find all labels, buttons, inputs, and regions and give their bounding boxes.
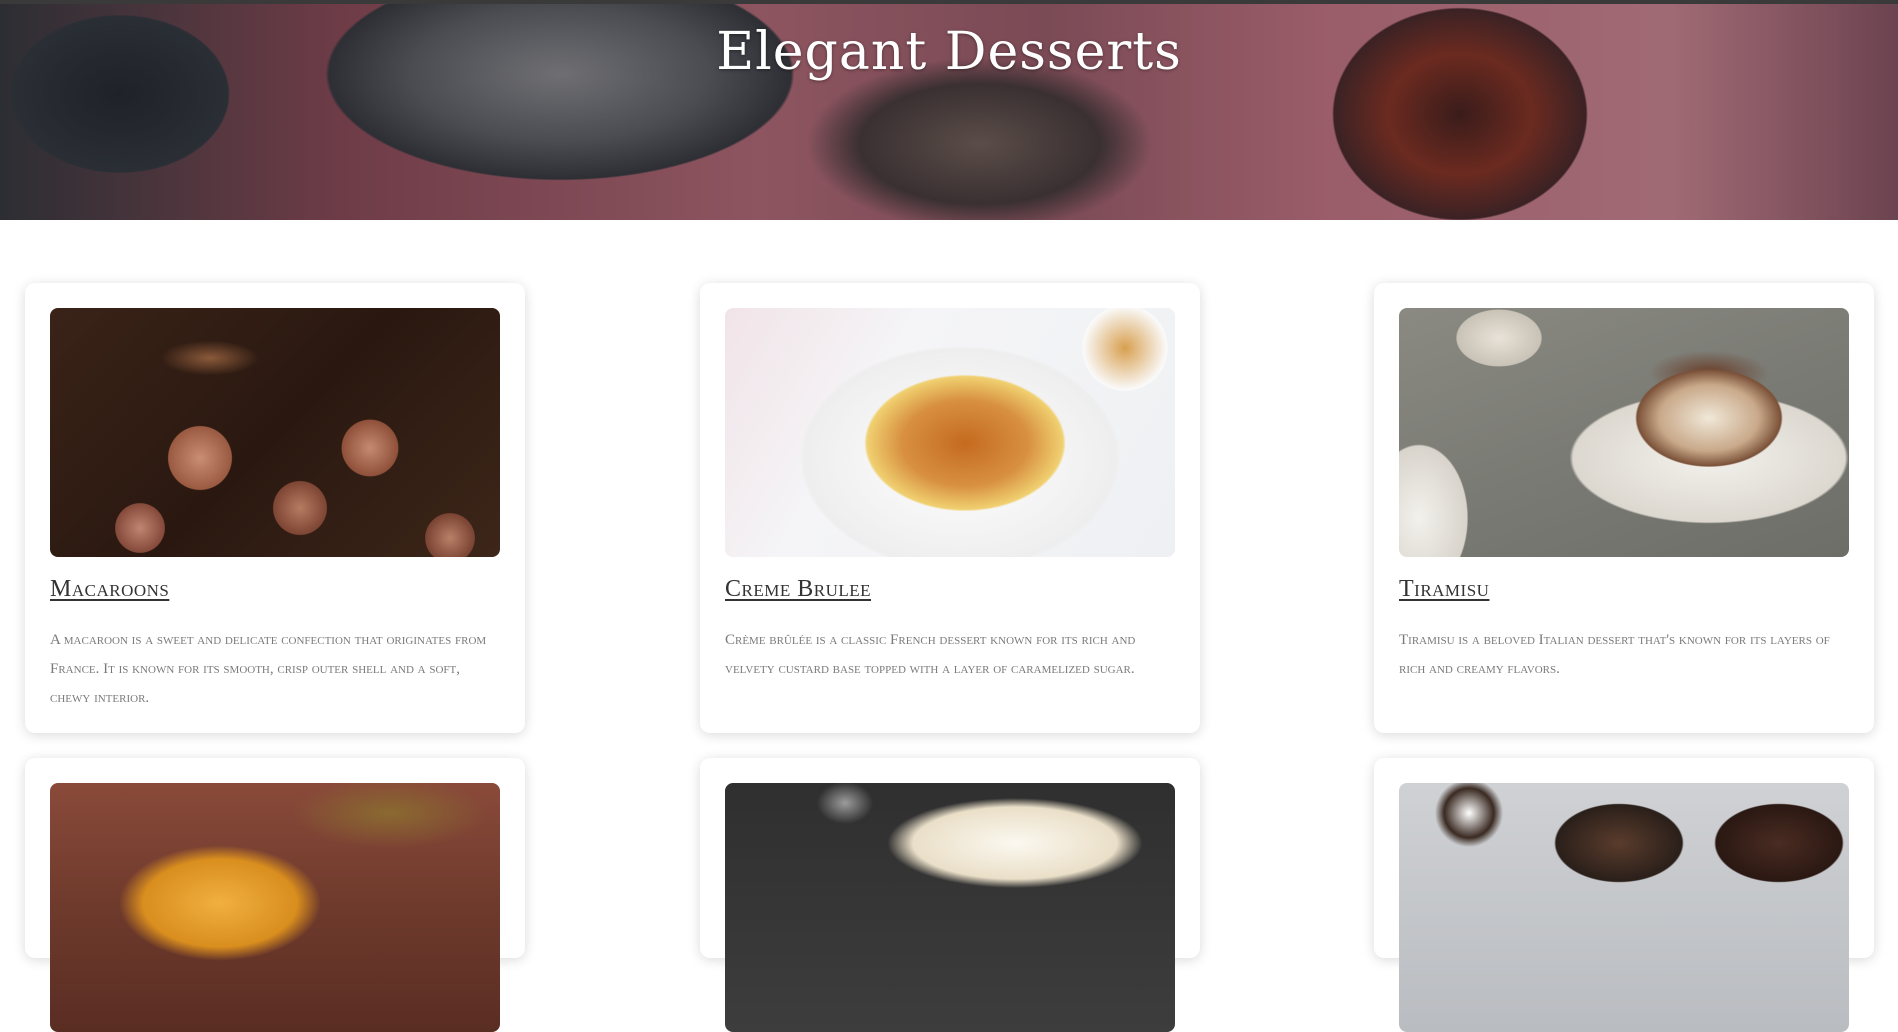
card-title[interactable]: Macaroons	[50, 576, 169, 603]
hero-banner: Elegant Desserts	[0, 4, 1898, 220]
creme-brulee-image	[725, 308, 1175, 557]
macaroons-image	[50, 308, 500, 557]
dessert-image	[725, 783, 1175, 1032]
page-title: Elegant Desserts	[716, 22, 1182, 82]
dessert-image	[1399, 783, 1849, 1032]
card-description: Crème brûlée is a classic French dessert…	[725, 632, 1136, 677]
card-description: Tiramisu is a beloved Italian dessert th…	[1399, 632, 1830, 677]
dessert-card-5[interactable]	[700, 758, 1200, 1032]
dessert-card-tiramisu[interactable]: Tiramisu Tiramisu is a beloved Italian d…	[1374, 283, 1874, 733]
dessert-card-macaroons[interactable]: Macaroons A macaroon is a sweet and deli…	[25, 283, 525, 733]
card-description: A macaroon is a sweet and delicate confe…	[50, 632, 487, 706]
dessert-card-4[interactable]	[25, 758, 525, 1032]
card-title[interactable]: Tiramisu	[1399, 576, 1489, 603]
dessert-card-6[interactable]	[1374, 758, 1874, 1032]
dessert-card-creme-brulee[interactable]: Creme Brulee Crème brûlée is a classic F…	[700, 283, 1200, 733]
dessert-image	[50, 783, 500, 1032]
tiramisu-image	[1399, 308, 1849, 557]
card-title[interactable]: Creme Brulee	[725, 576, 871, 603]
